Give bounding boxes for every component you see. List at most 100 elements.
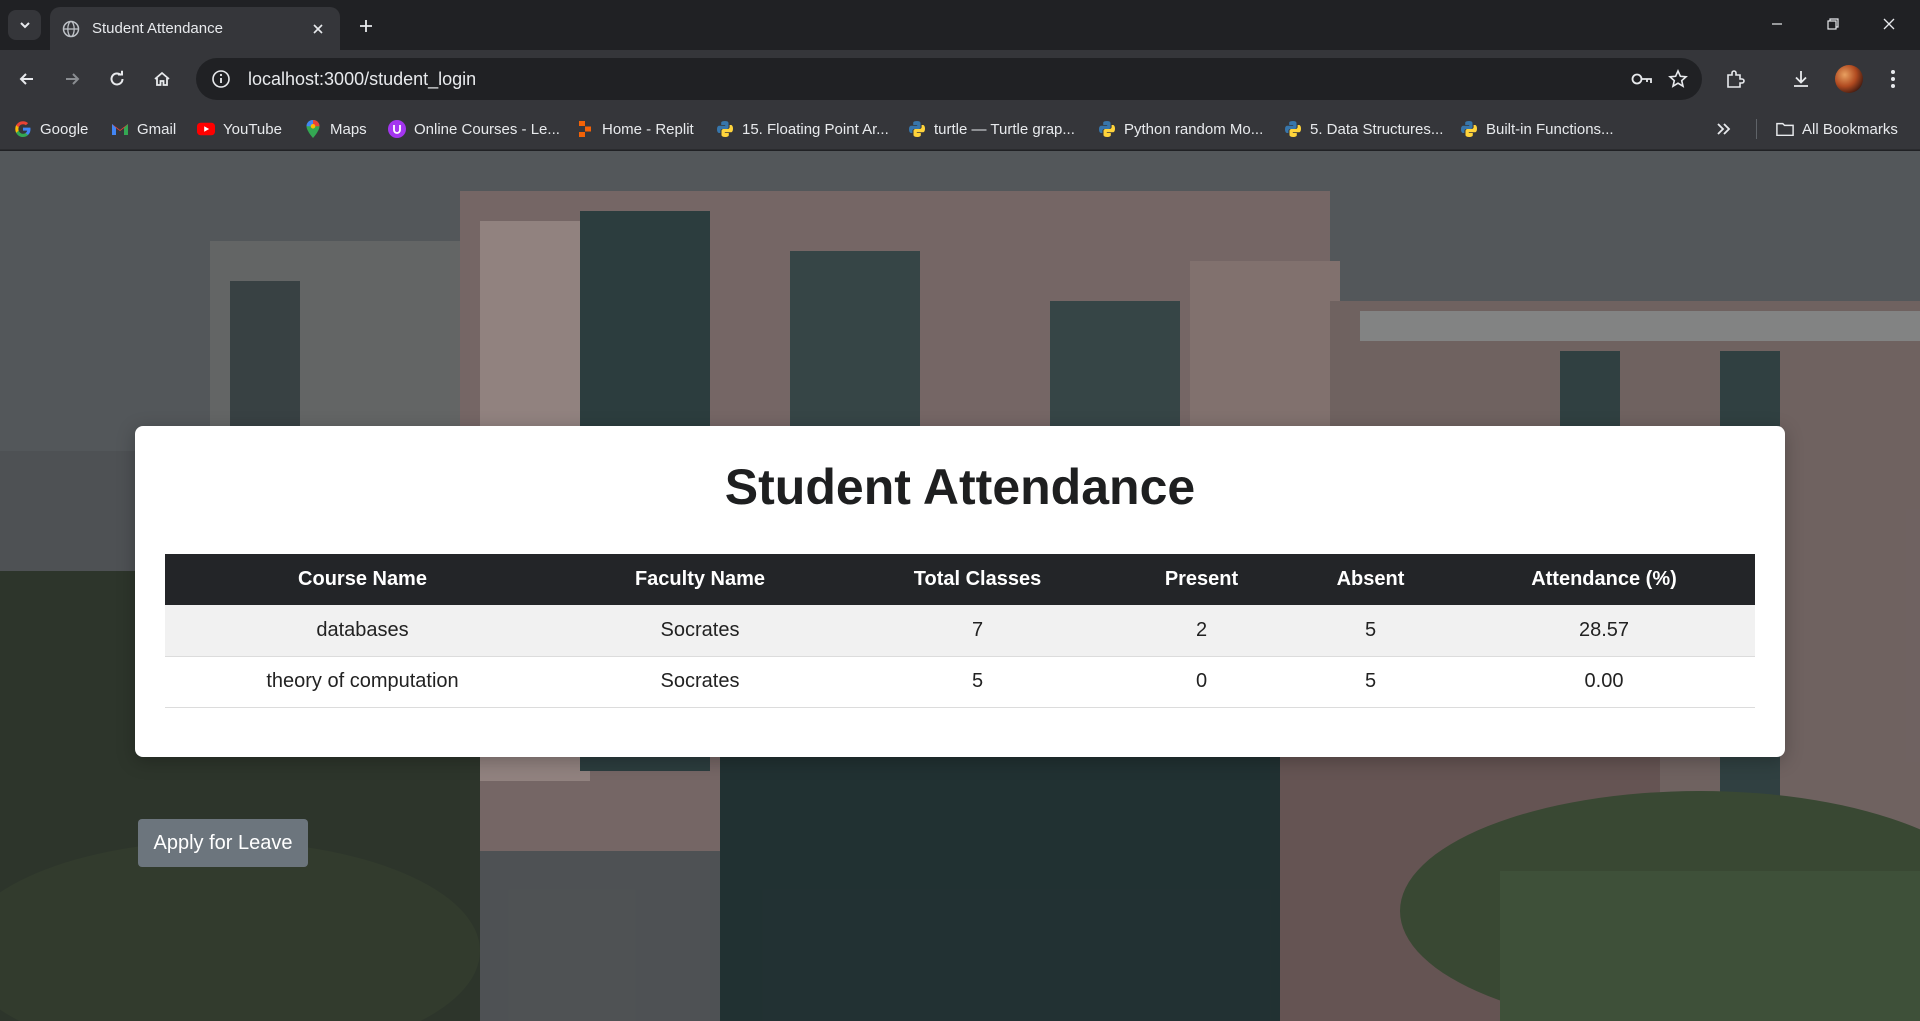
cell-faculty-name: Socrates — [560, 605, 840, 657]
column-header-absent: Absent — [1288, 554, 1453, 605]
attendance-card: Student Attendance Course Name Faculty N… — [135, 426, 1785, 757]
arrow-left-icon — [19, 73, 33, 85]
browser-toolbar: localhost:3000/student_login — [0, 50, 1920, 108]
table-header-row: Course Name Faculty Name Total Classes P… — [165, 554, 1755, 605]
bookmark-google[interactable]: Google — [14, 108, 88, 150]
cell-absent: 5 — [1288, 656, 1453, 708]
column-header-course-name: Course Name — [165, 554, 560, 605]
globe-icon — [62, 20, 80, 37]
bookmark-label: Built-in Functions... — [1486, 120, 1614, 138]
close-icon — [1883, 18, 1895, 30]
cell-total-classes: 7 — [840, 605, 1115, 657]
cell-faculty-name: Socrates — [560, 656, 840, 708]
replit-icon — [576, 120, 594, 138]
minimize-icon — [1772, 23, 1782, 25]
tab-active[interactable]: Student Attendance — [50, 7, 340, 50]
address-bar[interactable]: localhost:3000/student_login — [196, 58, 1702, 100]
all-bookmarks-button[interactable]: All Bookmarks — [1776, 108, 1898, 150]
python-icon — [1284, 120, 1302, 138]
column-header-total-classes: Total Classes — [840, 554, 1115, 605]
bookmark-floating-point[interactable]: 15. Floating Point Ar... — [716, 108, 889, 150]
bookmark-builtin-functions[interactable]: Built-in Functions... — [1460, 108, 1614, 150]
apply-for-leave-button[interactable]: Apply for Leave — [138, 819, 308, 867]
bookmarks-divider — [1756, 119, 1757, 139]
python-icon — [908, 120, 926, 138]
bookmark-maps[interactable]: Maps — [304, 108, 367, 150]
youtube-icon — [197, 120, 215, 138]
table-row: databases Socrates 7 2 5 28.57 — [165, 605, 1755, 657]
bookmark-online-courses[interactable]: Online Courses - Le... — [388, 108, 560, 150]
bookmark-label: YouTube — [223, 120, 282, 138]
udemy-icon — [388, 120, 406, 138]
bookmark-turtle[interactable]: turtle — Turtle grap... — [908, 108, 1075, 150]
bookmarks-bar: Google Gmail YouTube Maps Online Courses… — [0, 108, 1920, 150]
profile-button[interactable] — [1832, 62, 1866, 96]
bookmark-label: Maps — [330, 120, 367, 138]
minimize-button[interactable] — [1754, 6, 1800, 42]
bookmark-label: Home - Replit — [602, 120, 694, 138]
menu-button[interactable] — [1876, 62, 1910, 96]
tab-search-button[interactable] — [8, 10, 41, 40]
cell-total-classes: 5 — [840, 656, 1115, 708]
url-text[interactable]: localhost:3000/student_login — [248, 69, 1624, 90]
table-row: theory of computation Socrates 5 0 5 0.0… — [165, 656, 1755, 708]
close-window-button[interactable] — [1866, 6, 1912, 42]
bookmark-label: Google — [40, 120, 89, 138]
more-bookmarks-button[interactable] — [1716, 108, 1732, 150]
cell-attendance-percent: 28.57 — [1453, 605, 1755, 657]
bookmark-label: 15. Floating Point Ar... — [742, 120, 889, 138]
more-vertical-icon — [1891, 70, 1895, 88]
downloads-button[interactable] — [1784, 62, 1818, 96]
forward-button[interactable] — [55, 62, 89, 96]
column-header-attendance-percent: Attendance (%) — [1453, 554, 1755, 605]
cell-course-name: databases — [165, 605, 560, 657]
bookmark-data-structures[interactable]: 5. Data Structures... — [1284, 108, 1443, 150]
python-icon — [1460, 120, 1478, 138]
close-tab-icon[interactable] — [308, 19, 328, 39]
home-button[interactable] — [145, 62, 179, 96]
python-icon — [716, 120, 734, 138]
extensions-button[interactable] — [1718, 62, 1752, 96]
restore-button[interactable] — [1810, 6, 1856, 42]
folder-icon — [1776, 120, 1794, 138]
column-header-present: Present — [1115, 554, 1288, 605]
cell-present: 2 — [1115, 605, 1288, 657]
column-header-faculty-name: Faculty Name — [560, 554, 840, 605]
bookmark-label: 5. Data Structures... — [1310, 120, 1444, 138]
password-key-icon[interactable] — [1624, 61, 1660, 97]
page-viewport: Student Attendance Course Name Faculty N… — [0, 151, 1920, 1021]
reload-icon — [110, 70, 124, 86]
restore-icon — [1827, 18, 1839, 30]
arrow-right-icon — [66, 73, 80, 85]
all-bookmarks-label: All Bookmarks — [1802, 120, 1898, 138]
home-icon — [154, 71, 170, 86]
download-icon — [1794, 71, 1808, 87]
cell-course-name: theory of computation — [165, 656, 560, 708]
new-tab-button[interactable] — [352, 12, 380, 40]
back-button[interactable] — [10, 62, 44, 96]
google-icon — [14, 120, 32, 138]
tab-title: Student Attendance — [92, 20, 223, 37]
bookmark-star-icon[interactable] — [1660, 61, 1696, 97]
bookmark-replit[interactable]: Home - Replit — [576, 108, 694, 150]
browser-tab-strip: Student Attendance — [0, 0, 1920, 50]
cell-attendance-percent: 0.00 — [1453, 656, 1755, 708]
bookmark-label: Online Courses - Le... — [414, 120, 560, 138]
site-info-icon[interactable] — [208, 66, 234, 92]
plus-icon — [360, 20, 372, 32]
attendance-table: Course Name Faculty Name Total Classes P… — [165, 554, 1755, 708]
chevron-down-icon — [19, 22, 30, 29]
bookmark-python-random[interactable]: Python random Mo... — [1098, 108, 1263, 150]
page-title: Student Attendance — [724, 459, 1196, 515]
cell-absent: 5 — [1288, 605, 1453, 657]
reload-button[interactable] — [100, 62, 134, 96]
double-chevron-right-icon — [1717, 123, 1731, 135]
python-icon — [1098, 120, 1116, 138]
puzzle-icon — [1727, 70, 1745, 88]
gmail-icon — [111, 120, 129, 138]
bookmark-label: turtle — Turtle grap... — [934, 120, 1075, 138]
bookmark-youtube[interactable]: YouTube — [197, 108, 282, 150]
bookmark-gmail[interactable]: Gmail — [111, 108, 176, 150]
avatar — [1835, 65, 1863, 93]
cell-present: 0 — [1115, 656, 1288, 708]
